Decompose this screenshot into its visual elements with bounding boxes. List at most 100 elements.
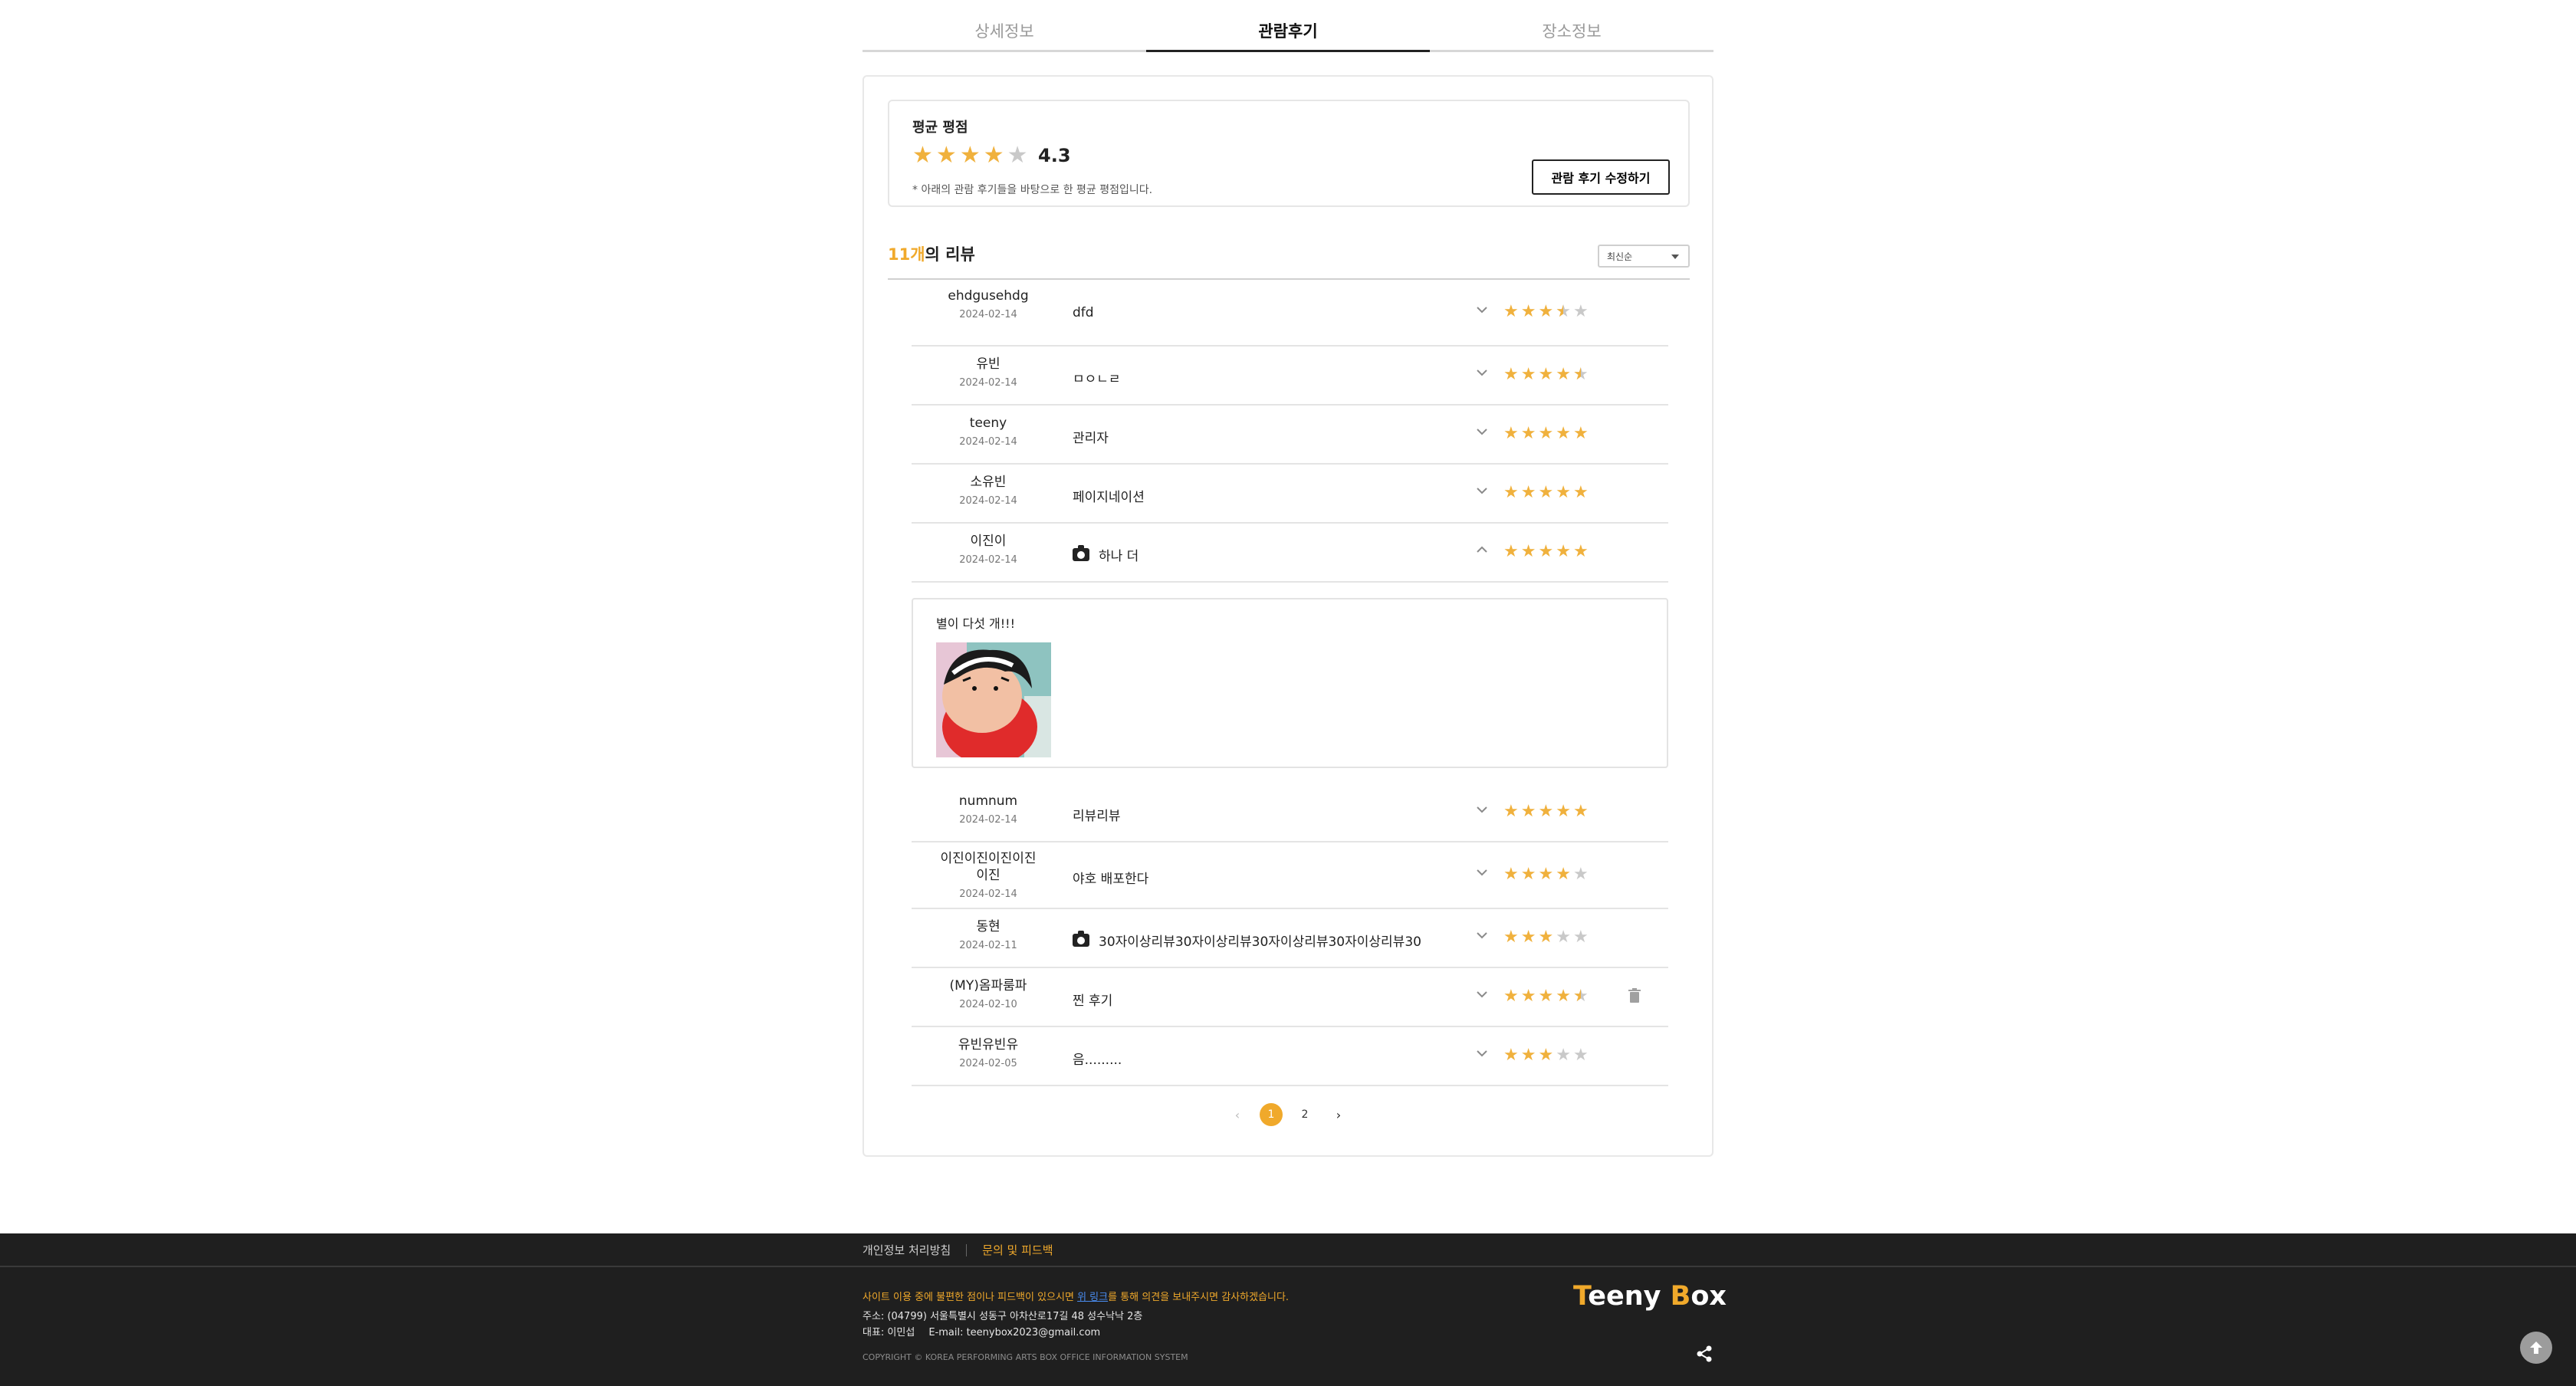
- brand-logo-part2: ox: [1691, 1281, 1727, 1312]
- review-row[interactable]: teeny 2024-02-14 관리자 ★ ★ ★ ★ ★: [912, 406, 1668, 465]
- review-title-text: 음.........: [1073, 1053, 1122, 1068]
- edit-review-button[interactable]: 관람 후기 수정하기: [1532, 159, 1670, 195]
- site-footer: 개인정보 처리방침 문의 및 피드백 사이트 이용 중에 불편한 점이나 피드백…: [0, 1233, 2576, 1386]
- review-row[interactable]: 유빈 2024-02-14 ㅁㅇㄴㄹ ★ ★ ★ ★ ★: [912, 346, 1668, 406]
- review-row[interactable]: 이진이진이진이진이진 2024-02-14 야호 배포한다 ★ ★ ★ ★ ★: [912, 842, 1668, 909]
- review-author-name: 소유빈: [970, 475, 1007, 490]
- scroll-to-top-button[interactable]: [2520, 1332, 2552, 1364]
- star-icon: ★: [1556, 424, 1571, 443]
- star-icon: ★: [1556, 865, 1571, 884]
- feedback-link[interactable]: 문의 및 피드백: [982, 1242, 1053, 1258]
- star-icon: ★: [1503, 302, 1519, 321]
- chevron-down-icon[interactable]: [1475, 928, 1489, 946]
- footer-divider: [0, 1266, 2576, 1267]
- review-photo: [936, 642, 1051, 757]
- star-icon: ★: [1007, 142, 1028, 169]
- star-icon: ★: [1520, 424, 1536, 443]
- star-icon: ★: [1572, 802, 1589, 821]
- review-author-name: numnum: [958, 793, 1018, 809]
- footer-contact: 대표: 이민섭 E-mail: teenybox2023@gmail.com: [863, 1324, 1100, 1338]
- star-icon: ★: [1538, 987, 1554, 1006]
- review-title-text: dfd: [1073, 305, 1094, 320]
- review-row[interactable]: 유빈유빈유 2024-02-05 음......... ★ ★ ★ ★ ★: [912, 1027, 1668, 1086]
- review-rating-stars: ★ ★ ★ ★ ★: [1503, 544, 1589, 560]
- tab-detail-info[interactable]: 상세정보: [863, 11, 1146, 50]
- footer-ceo: 대표: 이민섭: [863, 1327, 915, 1338]
- star-icon: ★: [1572, 542, 1589, 561]
- review-row[interactable]: 소유빈 2024-02-14 페이지네이션 ★ ★ ★ ★ ★: [912, 465, 1668, 524]
- tab-venue-info[interactable]: 장소정보: [1430, 11, 1714, 50]
- review-rating-stars: ★ ★ ★ ★ ★: [1503, 929, 1589, 946]
- chevron-right-icon[interactable]: ›: [1327, 1103, 1350, 1126]
- chevron-down-icon[interactable]: [1475, 865, 1489, 883]
- reviews-panel: 평균 평점 ★ ★ ★ ★ ★ 4.3 * 아래의 관람 후기들을 바탕으로 한 평균 …: [863, 75, 1714, 1157]
- brand-logo[interactable]: Teeny Box: [1573, 1281, 1727, 1312]
- arrow-up-icon: [2530, 1342, 2542, 1354]
- review-rating-stars: ★ ★ ★ ★ ★: [1503, 484, 1589, 501]
- review-rating-stars: ★ ★ ★ ★ ★: [1503, 803, 1589, 820]
- review-title-text: 하나 더: [1099, 549, 1139, 564]
- star-icon: ★: [1572, 865, 1589, 884]
- star-icon: ★: [1538, 1046, 1554, 1065]
- review-title-text: 리뷰리뷰: [1073, 809, 1121, 824]
- chevron-down-icon[interactable]: [1475, 484, 1489, 501]
- review-title: 30자이상리뷰30자이상리뷰30자이상리뷰30자이상리뷰30: [1073, 931, 1421, 950]
- review-row[interactable]: ehdgusehdg 2024-02-14 dfd ★ ★ ★ ★ ★: [912, 280, 1668, 346]
- footer-notice-after: 를 통해 의견을 보내주시면 감사하겠습니다.: [1108, 1292, 1290, 1303]
- review-row[interactable]: 이진이 2024-02-14 하나 더 ★ ★ ★ ★ ★: [912, 524, 1668, 583]
- chevron-up-icon[interactable]: [1475, 543, 1489, 560]
- review-author-name: 유빈유빈유: [958, 1037, 1019, 1053]
- star-icon: ★: [1538, 802, 1554, 821]
- chevron-down-icon[interactable]: [1475, 987, 1489, 1005]
- review-title-text: ㅁㅇㄴㄹ: [1073, 372, 1121, 387]
- star-icon: ★: [1538, 483, 1554, 502]
- review-row[interactable]: numnum 2024-02-14 리뷰리뷰 ★ ★ ★ ★ ★: [912, 783, 1668, 842]
- footer-notice-link[interactable]: 위 링크: [1077, 1292, 1108, 1303]
- star-icon: ★: [1520, 483, 1536, 502]
- share-icon[interactable]: [1694, 1344, 1714, 1364]
- star-icon: ★: [1520, 987, 1536, 1006]
- page-2-button[interactable]: 2: [1293, 1103, 1316, 1126]
- review-count: 11개의 리뷰: [888, 241, 975, 268]
- review-title: 리뷰리뷰: [1073, 805, 1121, 824]
- review-row[interactable]: (MY)옴파룸파 2024-02-10 찐 후기 ★ ★ ★ ★ ★: [912, 968, 1668, 1027]
- review-rating-stars: ★ ★ ★ ★ ★: [1503, 987, 1589, 1006]
- star-icon: ★: [1538, 865, 1554, 884]
- camera-icon: [1073, 545, 1089, 561]
- chevron-down-icon[interactable]: [1475, 1046, 1489, 1064]
- review-photo-frame[interactable]: [936, 642, 1051, 757]
- review-row[interactable]: 동현 2024-02-11 30자이상리뷰30자이상리뷰30자이상리뷰30자이상리뷰…: [912, 909, 1668, 968]
- brand-logo-b: B: [1670, 1281, 1691, 1312]
- review-date: 2024-02-14: [959, 495, 1017, 507]
- review-author: 유빈유빈유 2024-02-05: [912, 1036, 1065, 1069]
- review-rating-stars: ★ ★ ★ ★ ★: [1503, 1047, 1589, 1064]
- star-icon: ★: [1573, 366, 1589, 384]
- review-detail: 별이 다섯 개!!!: [912, 598, 1668, 768]
- chevron-down-icon[interactable]: [1475, 303, 1489, 320]
- trash-icon[interactable]: [1628, 988, 1641, 1007]
- star-icon: ★: [1572, 424, 1589, 443]
- star-icon: ★: [1503, 483, 1519, 502]
- average-rating-stars: ★ ★ ★ ★ ★: [912, 144, 1028, 167]
- star-icon: ★: [1556, 802, 1571, 821]
- pagination: ‹ 1 2 ›: [864, 1103, 1712, 1126]
- review-date: 2024-02-10: [959, 999, 1017, 1010]
- star-icon: ★: [1503, 365, 1519, 384]
- review-title-text: 관리자: [1073, 431, 1109, 446]
- chevron-down-icon[interactable]: [1475, 803, 1489, 820]
- chevron-left-icon[interactable]: ‹: [1226, 1103, 1249, 1126]
- chevron-down-icon[interactable]: [1475, 366, 1489, 383]
- footer-email: E-mail: teenybox2023@gmail.com: [928, 1327, 1101, 1338]
- sort-select[interactable]: 최신순: [1598, 245, 1690, 268]
- review-author-name: ehdgusehdg: [948, 288, 1029, 304]
- page-1-button[interactable]: 1: [1260, 1103, 1283, 1126]
- average-rating-value: 4.3: [1038, 145, 1071, 166]
- tab-reviews[interactable]: 관람후기: [1146, 11, 1430, 52]
- star-icon: ★: [1520, 802, 1536, 821]
- footer-links: 개인정보 처리방침 문의 및 피드백: [863, 1242, 1053, 1258]
- star-icon: ★: [1503, 802, 1519, 821]
- review-author: 동현 2024-02-11: [912, 918, 1065, 951]
- chevron-down-icon[interactable]: [1475, 425, 1489, 442]
- review-date: 2024-02-14: [959, 814, 1017, 826]
- privacy-policy-link[interactable]: 개인정보 처리방침: [863, 1242, 951, 1258]
